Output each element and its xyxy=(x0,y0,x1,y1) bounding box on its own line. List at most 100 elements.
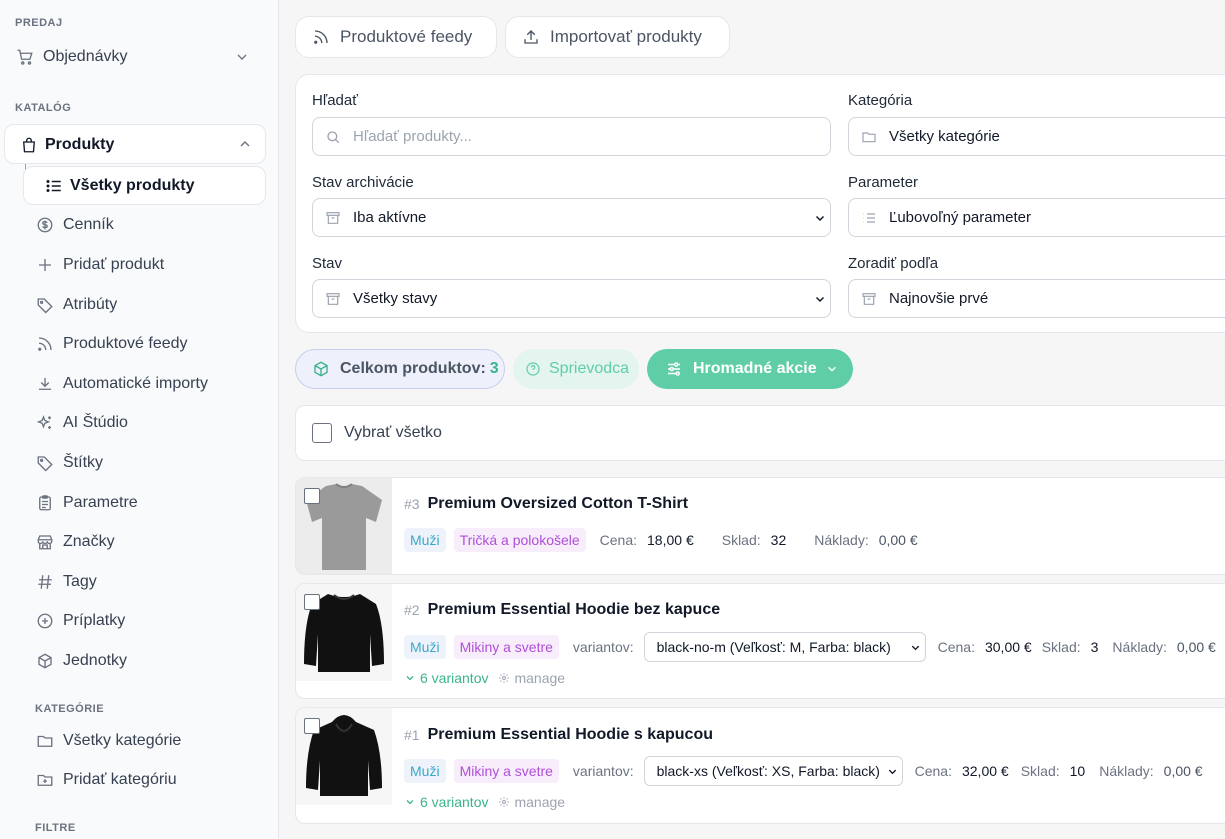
status-value: Všetky stavy xyxy=(353,290,438,307)
gear-icon xyxy=(499,673,510,683)
stock-value: 3 xyxy=(1090,639,1099,655)
variant-links: 6 variantov manage xyxy=(404,670,565,686)
chevron-down-icon xyxy=(234,49,250,65)
parameter-select[interactable]: Ľubovoľný parameter xyxy=(848,198,1225,237)
manage-link[interactable]: manage xyxy=(498,670,565,686)
variants-toggle[interactable]: 6 variantov xyxy=(404,670,488,686)
chevron-down-icon xyxy=(814,293,826,305)
plus-icon xyxy=(35,255,55,275)
bulk-actions-button[interactable]: Hromadné akcie xyxy=(647,349,853,389)
archive-icon xyxy=(861,291,877,307)
sidebar-item-pricelist[interactable]: Cenník xyxy=(35,208,265,242)
box-icon xyxy=(312,360,330,378)
product-name: Premium Oversized Cotton T-Shirt xyxy=(427,495,689,512)
product-image-tshirt[interactable] xyxy=(296,478,392,574)
product-checkbox[interactable] xyxy=(304,488,320,504)
price-value: 18,00 € xyxy=(647,532,694,548)
sidebar-item-products[interactable]: Produkty xyxy=(4,124,266,164)
sidebar-item-all-categories[interactable]: Všetky kategórie xyxy=(35,724,265,758)
product-image-hoodie[interactable] xyxy=(296,708,392,805)
sidebar-item-label: AI Štúdio xyxy=(63,414,128,431)
button-label: Produktové feedy xyxy=(340,27,473,46)
product-checkbox[interactable] xyxy=(304,594,320,610)
product-name: Premium Essential Hoodie bez kapuce xyxy=(427,601,721,618)
chevron-down-icon xyxy=(825,362,839,376)
variants-label: variantov: xyxy=(572,639,634,655)
product-image-hoodie[interactable] xyxy=(296,584,392,681)
sidebar-item-brands[interactable]: Značky xyxy=(35,525,265,559)
select-all-label: Vybrať všetko xyxy=(344,424,442,441)
product-checkbox[interactable] xyxy=(304,718,320,734)
main-content: Produktové feedy Importovať produkty Hľa… xyxy=(279,0,1225,839)
variant-select[interactable]: black-xs (Veľkosť: XS, Farba: black) xyxy=(643,756,903,786)
archive-status-select[interactable]: Iba aktívne xyxy=(312,198,831,237)
total-products-badge: Celkom produktov: 3 xyxy=(295,349,505,389)
variant-select[interactable]: black-no-m (Veľkosť: M, Farba: black) xyxy=(643,632,926,662)
status-select[interactable]: Všetky stavy xyxy=(312,279,831,318)
sidebar-item-surcharges[interactable]: Príplatky xyxy=(35,604,265,638)
price-label: Cena: xyxy=(599,532,638,548)
costs-value: 0,00 € xyxy=(878,532,918,548)
sidebar: PREDAJ Objednávky KATALÓG Produkty Všetk… xyxy=(0,0,279,839)
product-card[interactable]: #2 Premium Essential Hoodie bez kapuce M… xyxy=(295,583,1225,699)
sidebar-item-label: Značky xyxy=(63,533,115,550)
parameter-value: Ľubovoľný parameter xyxy=(889,209,1031,226)
sidebar-item-product-feeds[interactable]: Produktové feedy xyxy=(35,327,265,361)
manage-link[interactable]: manage xyxy=(498,794,565,810)
list-icon xyxy=(44,176,64,196)
sidebar-item-attributes[interactable]: Atribúty xyxy=(35,288,265,322)
sidebar-item-units[interactable]: Jednotky xyxy=(35,644,265,678)
price-label: Cena: xyxy=(937,639,975,655)
sort-label: Zoradiť podľa xyxy=(848,255,939,272)
category-value: Všetky kategórie xyxy=(889,128,1000,145)
sidebar-item-auto-imports[interactable]: Automatické importy xyxy=(35,367,265,401)
sidebar-item-labels[interactable]: Štítky xyxy=(35,446,265,480)
search-icon xyxy=(325,129,341,145)
sidebar-item-all-products[interactable]: Všetky produkty xyxy=(23,166,266,205)
sidebar-item-label: Objednávky xyxy=(43,48,128,65)
product-meta: Muži Mikiny a svetre variantov: black-xs… xyxy=(404,756,1203,786)
product-meta: Muži Mikiny a svetre variantov: black-no… xyxy=(404,632,1216,662)
variants-toggle[interactable]: 6 variantov xyxy=(404,794,488,810)
sidebar-item-tags[interactable]: Tagy xyxy=(35,565,265,599)
sidebar-item-orders[interactable]: Objednávky xyxy=(15,40,265,74)
sidebar-item-label: Parametre xyxy=(63,494,138,511)
costs-value: 0,00 € xyxy=(1163,763,1203,779)
price-value: 30,00 € xyxy=(984,639,1032,655)
sidebar-item-label: Všetky kategórie xyxy=(63,732,182,749)
import-products-button[interactable]: Importovať produkty xyxy=(505,16,730,58)
product-title[interactable]: #2 Premium Essential Hoodie bez kapuce xyxy=(404,601,720,619)
shopping-bag-icon xyxy=(19,135,39,155)
folder-plus-icon xyxy=(35,770,55,790)
folder-icon xyxy=(861,129,877,145)
guide-button[interactable]: Sprievodca xyxy=(513,349,639,389)
sidebar-item-add-product[interactable]: Pridať produkt xyxy=(35,248,265,282)
chevron-up-icon xyxy=(237,136,253,152)
sort-select[interactable]: Najnovšie prvé xyxy=(848,279,1225,318)
stock-value: 10 xyxy=(1069,763,1086,779)
product-card[interactable]: #3 Premium Oversized Cotton T-Shirt Muži… xyxy=(295,477,1225,575)
product-feeds-button[interactable]: Produktové feedy xyxy=(295,16,497,58)
category-tag: Mikiny a svetre xyxy=(453,759,559,783)
sidebar-item-label: Štítky xyxy=(63,454,104,471)
section-title-catalog: KATALÓG xyxy=(15,102,72,114)
gender-tag: Muži xyxy=(404,759,446,783)
category-select[interactable]: Všetky kategórie xyxy=(848,117,1225,156)
sidebar-item-add-category[interactable]: Pridať kategóriu xyxy=(35,763,265,797)
product-meta: Muži Tričká a polokošele Cena: 18,00 € S… xyxy=(404,528,918,552)
stock-label: Sklad: xyxy=(1041,639,1081,655)
select-all-checkbox[interactable] xyxy=(312,423,332,443)
sidebar-item-ai-studio[interactable]: AI Štúdio xyxy=(35,406,265,440)
product-card[interactable]: #1 Premium Essential Hoodie s kapucou Mu… xyxy=(295,707,1225,824)
product-title[interactable]: #1 Premium Essential Hoodie s kapucou xyxy=(404,726,713,744)
variants-label: variantov: xyxy=(572,763,634,779)
sidebar-item-label: Atribúty xyxy=(63,296,118,313)
sidebar-item-parameters[interactable]: Parametre xyxy=(35,486,265,520)
product-title[interactable]: #3 Premium Oversized Cotton T-Shirt xyxy=(404,495,688,513)
product-name: Premium Essential Hoodie s kapucou xyxy=(427,726,713,743)
archive-label: Stav archivácie xyxy=(312,174,414,191)
gender-tag: Muži xyxy=(404,635,446,659)
search-input[interactable]: Hľadať produkty... xyxy=(312,117,831,156)
sparkles-icon xyxy=(35,413,55,433)
list-icon xyxy=(861,210,877,226)
